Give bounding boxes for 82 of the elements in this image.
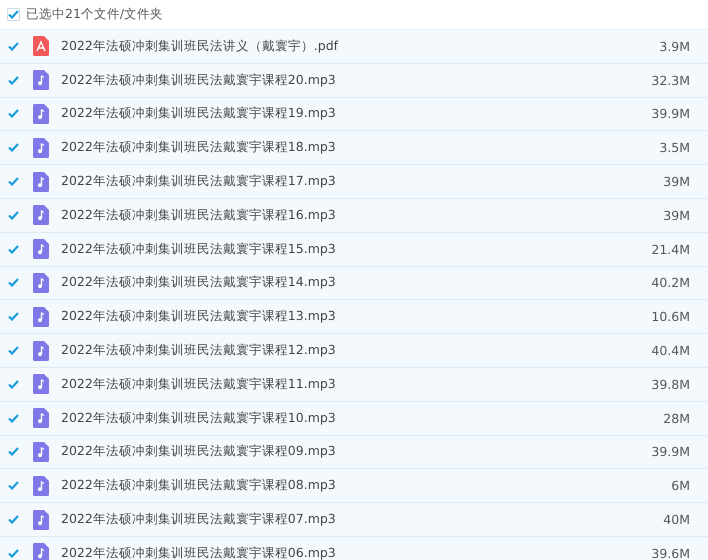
file-size: 40.2M (651, 275, 690, 290)
music-file-icon (33, 442, 49, 462)
music-file-icon (33, 272, 49, 293)
checkbox[interactable] (7, 8, 20, 21)
music-file-icon (33, 239, 49, 260)
file-row[interactable]: 2022年法硕冲刺集训班民法戴寰宇课程15.mp3 21.4M (0, 232, 708, 267)
music-file-icon (33, 340, 49, 361)
file-row[interactable]: 2022年法硕冲刺集训班民法戴寰宇课程20.mp3 32.3M (0, 64, 708, 98)
file-size: 39.9M (651, 106, 690, 122)
file-name: 2022年法硕冲刺集训班民法戴寰宇课程13.mp3 (61, 308, 337, 326)
file-row[interactable]: 2022年法硕冲刺集训班民法戴寰宇课程19.mp3 39.9M (0, 98, 708, 132)
file-row[interactable]: 2022年法硕冲刺集训班民法戴寰宇课程17.mp3 39M (0, 165, 708, 199)
checkbox[interactable] (7, 310, 20, 324)
file-size: 39.8M (651, 376, 690, 392)
checkbox[interactable] (7, 378, 20, 391)
file-size: 39M (663, 174, 690, 190)
pdf-file-icon (33, 36, 49, 56)
music-file-icon (33, 510, 49, 530)
music-file-icon (33, 476, 49, 496)
music-file-icon (33, 172, 49, 192)
file-row[interactable]: 2022年法硕冲刺集训班民法戴寰宇课程16.mp3 39M (0, 198, 708, 233)
file-size: 32.3M (651, 72, 690, 88)
file-name: 2022年法硕冲刺集训班民法戴寰宇课程11.mp3 (61, 376, 337, 393)
checkbox[interactable] (7, 479, 20, 492)
music-file-icon (33, 205, 49, 226)
checkbox[interactable] (7, 208, 20, 222)
file-size: 3.5M (659, 140, 690, 156)
file-row[interactable]: 2022年法硕冲刺集训班民法戴寰宇课程06.mp3 39.6M (0, 536, 708, 560)
file-name: 2022年法硕冲刺集训班民法戴寰宇课程07.mp3 (61, 511, 337, 528)
file-row[interactable]: 2022年法硕冲刺集训班民法戴寰宇课程10.mp3 28M (0, 402, 708, 436)
file-name: 2022年法硕冲刺集训班民法戴寰宇课程15.mp3 (61, 240, 337, 258)
music-file-icon (33, 306, 49, 327)
file-name: 2022年法硕冲刺集训班民法戴寰宇课程19.mp3 (61, 105, 337, 122)
music-file-icon (33, 543, 49, 560)
checkbox[interactable] (7, 445, 20, 458)
checkbox[interactable] (7, 276, 20, 290)
file-row[interactable]: 2022年法硕冲刺集训班民法戴寰宇课程12.mp3 40.4M (0, 334, 708, 368)
checkbox[interactable] (7, 107, 20, 120)
file-name: 2022年法硕冲刺集训班民法戴寰宇课程12.mp3 (61, 342, 337, 360)
music-file-icon (33, 104, 49, 124)
checkbox[interactable] (7, 412, 20, 425)
file-row[interactable]: 2022年法硕冲刺集训班民法戴寰宇课程13.mp3 10.6M (0, 300, 708, 334)
music-file-icon (33, 70, 49, 90)
file-size: 3.9M (659, 38, 690, 54)
file-row[interactable]: 2022年法硕冲刺集训班民法戴寰宇课程14.mp3 40.2M (0, 266, 708, 300)
file-name: 2022年法硕冲刺集训班民法戴寰宇课程06.mp3 (61, 544, 337, 560)
checkbox[interactable] (7, 141, 20, 154)
file-name: 2022年法硕冲刺集训班民法戴寰宇课程14.mp3 (61, 274, 337, 292)
checkbox[interactable] (7, 74, 20, 87)
file-size: 39.6M (651, 546, 690, 560)
file-size: 10.6M (651, 309, 690, 324)
checkbox[interactable] (7, 242, 20, 256)
checkbox[interactable] (7, 344, 20, 358)
music-file-icon (33, 408, 49, 428)
file-name: 2022年法硕冲刺集训班民法戴寰宇课程20.mp3 (61, 72, 337, 89)
file-row[interactable]: 2022年法硕冲刺集训班民法戴寰宇课程07.mp3 40M (0, 503, 708, 537)
file-row[interactable]: 2022年法硕冲刺集训班民法戴寰宇课程08.mp3 6M (0, 469, 708, 504)
checkbox[interactable] (7, 546, 20, 560)
file-row[interactable]: 2022年法硕冲刺集训班民法戴寰宇课程09.mp3 39.9M (0, 436, 708, 470)
file-size: 21.4M (651, 242, 690, 257)
file-name: 2022年法硕冲刺集训班民法戴寰宇课程08.mp3 (61, 477, 337, 494)
music-file-icon (33, 374, 49, 394)
file-name: 2022年法硕冲刺集训班民法戴寰宇课程17.mp3 (61, 173, 337, 190)
file-row[interactable]: 2022年法硕冲刺集训班民法讲义（戴寰宇）.pdf 3.9M (0, 30, 708, 64)
file-size: 28M (663, 410, 690, 426)
file-name: 2022年法硕冲刺集训班民法戴寰宇课程18.mp3 (61, 139, 337, 156)
file-name: 2022年法硕冲刺集训班民法戴寰宇课程09.mp3 (61, 443, 337, 460)
checkbox[interactable] (7, 513, 20, 526)
music-file-icon (33, 138, 49, 158)
selection-count: 已选中21个文件/文件夹 (26, 6, 164, 23)
file-name: 2022年法硕冲刺集训班民法戴寰宇课程10.mp3 (61, 410, 337, 427)
file-name: 2022年法硕冲刺集训班民法讲义（戴寰宇）.pdf (61, 38, 340, 55)
file-size: 39M (663, 208, 690, 223)
file-size: 6M (671, 478, 690, 494)
file-row[interactable]: 2022年法硕冲刺集训班民法戴寰宇课程18.mp3 3.5M (0, 131, 708, 166)
file-size: 39.9M (651, 444, 690, 460)
file-row[interactable]: 2022年法硕冲刺集训班民法戴寰宇课程11.mp3 39.8M (0, 368, 708, 402)
checkbox[interactable] (7, 40, 20, 53)
file-size: 40.4M (651, 343, 690, 358)
file-size: 40M (663, 512, 690, 528)
file-name: 2022年法硕冲刺集训班民法戴寰宇课程16.mp3 (61, 206, 337, 224)
checkbox[interactable] (7, 175, 20, 188)
